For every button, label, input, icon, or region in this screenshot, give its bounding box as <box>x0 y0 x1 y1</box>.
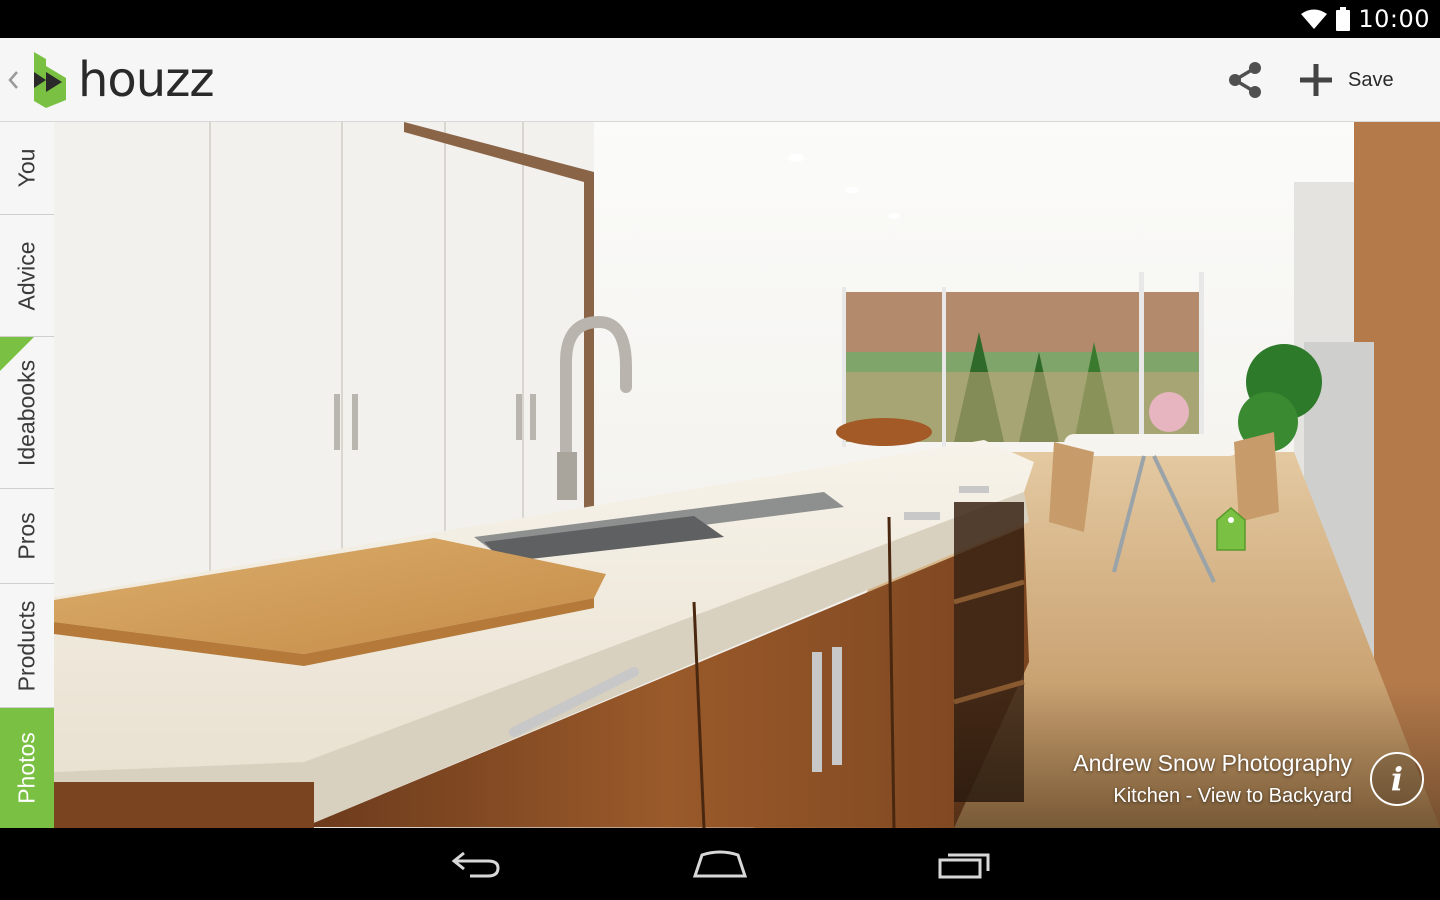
tab-label: Pros <box>13 512 40 560</box>
share-icon <box>1229 62 1261 98</box>
tab-label: Products <box>13 600 40 691</box>
tab-pros[interactable]: Pros <box>0 489 54 584</box>
status-bar: 10:00 <box>0 0 1440 38</box>
wifi-icon <box>1300 8 1328 30</box>
tab-label: Photos <box>13 732 40 804</box>
product-tag-icon[interactable] <box>1214 506 1248 552</box>
houzz-logo[interactable]: houzz <box>32 51 215 109</box>
battery-icon <box>1336 7 1351 31</box>
houzz-logo-icon <box>34 52 66 108</box>
back-icon <box>451 851 500 878</box>
home-icon <box>692 850 748 878</box>
photo-caption: Andrew Snow Photography Kitchen - View t… <box>1073 746 1352 812</box>
tab-label: You <box>13 148 40 188</box>
share-button[interactable] <box>1220 58 1270 102</box>
tab-label: Ideabooks <box>13 359 40 466</box>
photographer-credit[interactable]: Andrew Snow Photography <box>1073 746 1352 780</box>
kitchen-photo-illustration <box>54 122 1440 828</box>
save-button[interactable]: Save <box>1300 56 1404 104</box>
up-chevron-icon[interactable] <box>6 66 20 94</box>
tab-ideabooks[interactable]: Ideabooks <box>0 337 54 489</box>
plus-icon <box>1300 64 1332 96</box>
tab-you[interactable]: You <box>0 122 54 215</box>
nav-recents-button[interactable] <box>924 842 1004 886</box>
nav-back-button[interactable] <box>436 842 516 886</box>
system-nav-bar <box>0 828 1440 900</box>
tab-photos[interactable]: Photos <box>0 708 54 828</box>
save-label: Save <box>1348 68 1394 91</box>
action-bar: houzz Save <box>0 38 1440 122</box>
info-icon: i <box>1390 760 1404 798</box>
photo-title: Kitchen - View to Backyard <box>1113 785 1352 807</box>
info-button[interactable]: i <box>1370 752 1424 806</box>
side-tab-bar: You Advice Ideabooks Pros Products Photo… <box>0 122 54 828</box>
kitchen-photo[interactable]: Andrew Snow Photography Kitchen - View t… <box>54 122 1440 828</box>
status-time: 10:00 <box>1358 5 1430 33</box>
nav-home-button[interactable] <box>680 842 760 886</box>
tab-advice[interactable]: Advice <box>0 215 54 337</box>
tab-products[interactable]: Products <box>0 584 54 708</box>
tab-label: Advice <box>13 240 40 311</box>
recent-apps-icon <box>938 853 990 879</box>
logo-wordmark: houzz <box>78 52 215 108</box>
